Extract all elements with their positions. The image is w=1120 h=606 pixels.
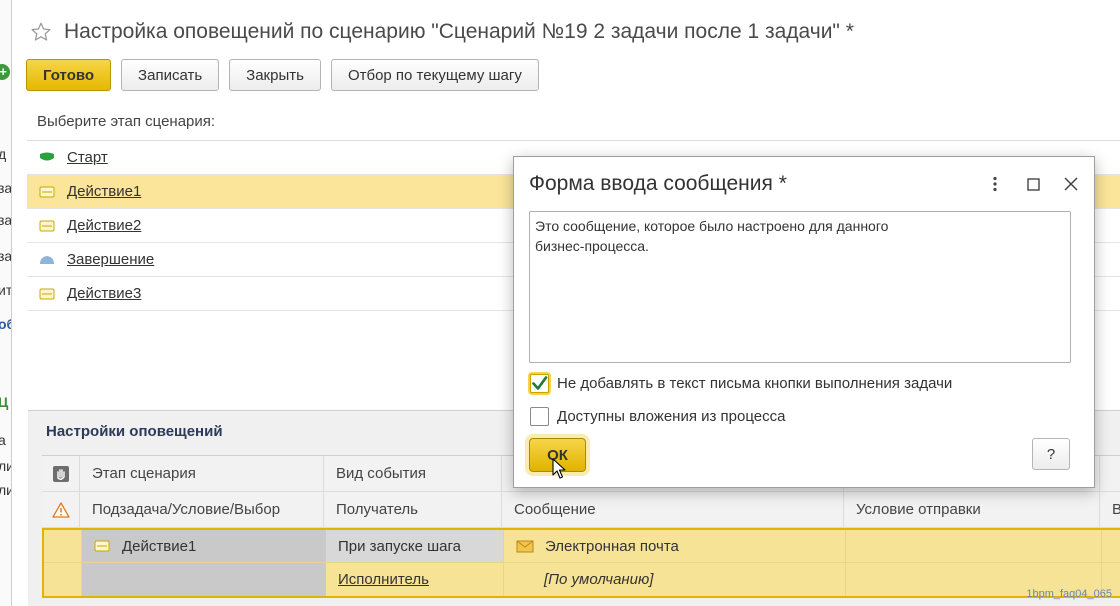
bg-fragment: за [0,180,12,196]
checkmark-icon [532,376,548,390]
close-button[interactable]: Закрыть [229,59,321,91]
table-header-row: Подзадача/Условие/Выбор Получатель Сообщ… [42,492,1120,528]
bg-fragment: ли [0,482,11,498]
bg-fragment: ли [0,458,11,474]
maximize-icon[interactable] [1024,175,1042,193]
dialog-title: Форма ввода сообщения * [529,172,787,195]
column-header [1100,456,1120,491]
column-header[interactable]: Подзадача/Условие/Выбор [80,492,324,527]
attachments-checkbox-row[interactable]: Доступны вложения из процесса [530,407,785,426]
help-button[interactable]: ? [1032,438,1070,470]
row-marker-cell [44,563,82,596]
stage-item-label[interactable]: Действие1 [67,183,141,200]
recipient-link[interactable]: Исполнитель [338,571,429,588]
message-cell[interactable]: [По умолчанию] [504,563,846,596]
column-header[interactable]: Этап сценария [80,456,324,491]
stage-item-label[interactable]: Действие3 [67,285,141,302]
start-icon [40,152,54,160]
message-text: [По умолчанию] [544,571,654,588]
attachments-checkbox[interactable] [530,407,549,426]
stage-cell[interactable]: Действие1 [82,530,326,562]
dialog-controls [986,175,1080,193]
stage-cell-text: Действие1 [122,537,197,555]
stage-item-label[interactable]: Завершение [67,251,154,268]
event-cell[interactable]: При запуске шага [326,530,504,562]
bg-fragment: об [0,316,11,332]
favorite-star-icon[interactable] [30,21,52,43]
done-button[interactable]: Готово [26,59,112,91]
background-window: + д за за за ит об Ц а ли ли [0,0,12,606]
action-icon [39,186,55,197]
filter-current-step-button[interactable]: Отбор по текущему шагу [330,59,539,91]
message-input-dialog: Форма ввода сообщения * Это сообщение, к… [513,156,1095,488]
column-header[interactable]: Вид события [324,456,502,491]
bg-fragment: а [0,432,6,448]
no-task-buttons-label[interactable]: Не добавлять в текст письма кнопки выпол… [557,375,952,392]
email-icon [516,540,534,552]
table-row[interactable]: Действие1 При запуске шага Электронная п… [42,528,1120,598]
subtask-cell[interactable] [82,563,326,596]
bg-fragment: д [0,146,6,162]
column-header[interactable]: Получатель [324,492,502,527]
column-header[interactable]: Сообщение [502,492,844,527]
stage-item-label[interactable]: Действие2 [67,217,141,234]
hand-icon[interactable] [42,456,80,491]
page-title: Настройка оповещений по сценарию "Сценар… [64,20,854,43]
attachments-label[interactable]: Доступны вложения из процесса [557,408,785,425]
toolbar: Готово Записать Закрыть Отбор по текущем… [26,59,539,91]
message-type-text: Электронная почта [545,537,679,555]
save-button[interactable]: Записать [121,59,220,91]
no-task-buttons-checkbox-row[interactable]: Не добавлять в текст письма кнопки выпол… [530,374,952,393]
no-task-buttons-checkbox[interactable] [530,374,549,393]
bg-fragment: Ц [0,394,8,410]
stage-item-label[interactable]: Старт [67,149,108,166]
title-bar: Настройка оповещений по сценарию "Сценар… [14,14,854,50]
message-textarea[interactable]: Это сообщение, которое было настроено дл… [529,211,1071,363]
more-menu-icon[interactable] [986,175,1004,193]
column-header[interactable]: В [1100,492,1120,527]
bg-fragment: за [0,212,12,228]
column-header[interactable]: Условие отправки [844,492,1100,527]
bg-fragment: за [0,248,12,264]
add-icon: + [0,64,10,80]
send-condition-cell[interactable] [846,530,1102,562]
table-row-line[interactable]: Исполнитель [По умолчанию] [44,563,1120,596]
recipient-cell[interactable]: Исполнитель [326,563,504,596]
message-type-cell[interactable]: Электронная почта [504,530,846,562]
watermark: 1bpm_faq04_065 [1026,588,1112,600]
finish-icon [40,255,54,264]
extra-cell[interactable] [1102,530,1120,562]
warning-icon [42,492,80,527]
table-row-line[interactable]: Действие1 При запуске шага Электронная п… [44,530,1120,563]
stage-prompt-label: Выберите этап сценария: [37,113,216,130]
mouse-cursor-icon [552,458,566,479]
action-icon [39,220,55,231]
notifications-title: Настройки оповещений [46,423,223,440]
bg-fragment: ит [0,282,12,298]
action-icon [94,540,110,552]
close-icon[interactable] [1062,175,1080,193]
action-icon [39,288,55,299]
row-marker-cell [44,530,82,562]
